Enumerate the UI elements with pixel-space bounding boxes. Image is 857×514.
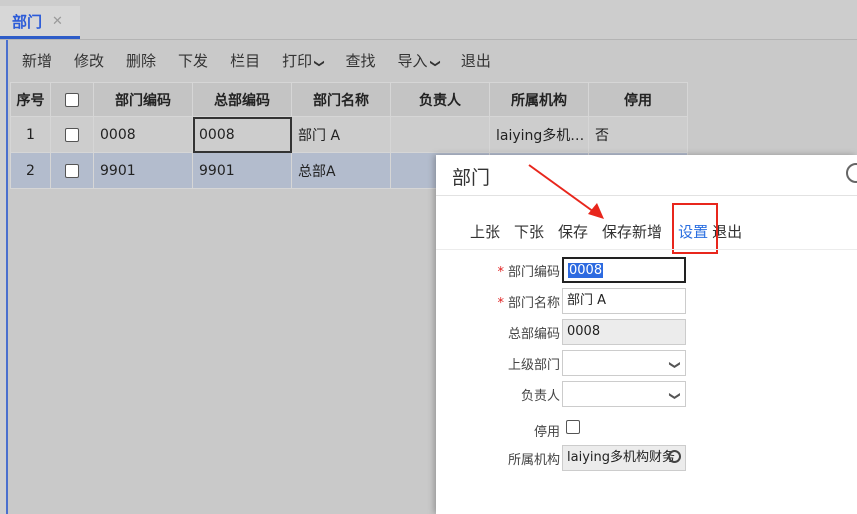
required-mark: * — [497, 296, 504, 311]
dialog-title: 部门 — [452, 167, 491, 189]
col-header-dept-code[interactable]: 部门编码 — [93, 82, 193, 117]
row-checkbox[interactable] — [65, 163, 79, 178]
cell-owner[interactable] — [390, 116, 490, 153]
cell-dept-name[interactable]: 总部A — [291, 152, 391, 189]
col-header-no: 序号 — [10, 82, 51, 117]
field-row-owner: 负责人 ❯ — [436, 381, 857, 407]
distribute-button[interactable]: 下发 — [178, 50, 208, 71]
cell-no: 1 — [10, 116, 51, 153]
import-button[interactable]: 导入 ❯ — [397, 50, 441, 71]
field-row-hq-code: 总部编码 0008 — [436, 319, 857, 345]
dept-code-label: * 部门编码 — [497, 261, 560, 280]
hq-code-label: 总部编码 — [507, 327, 560, 342]
hq-code-field: 0008 — [562, 319, 686, 345]
required-mark: * — [497, 265, 504, 280]
close-icon[interactable]: ✕ — [52, 14, 63, 29]
add-button[interactable]: 新增 — [22, 50, 52, 71]
exit-button[interactable]: 退出 — [461, 50, 491, 71]
disabled-label: 停用 — [533, 425, 560, 440]
disabled-checkbox[interactable] — [566, 420, 580, 434]
cell-dept-name[interactable]: 部门 A — [291, 116, 391, 153]
dept-code-field[interactable]: 0008 — [562, 257, 686, 283]
print-button[interactable]: 打印 ❯ — [282, 50, 325, 71]
cell-dept-code[interactable]: 9901 — [93, 152, 193, 189]
divider — [436, 195, 857, 196]
import-label: 导入 — [397, 51, 428, 70]
dept-code-label-text: 部门编码 — [507, 265, 560, 280]
dept-code-value: 0008 — [568, 263, 604, 278]
main-toolbar: 新增 修改 删除 下发 栏目 打印 ❯ 查找 导入 ❯ 退出 — [22, 44, 513, 76]
columns-button[interactable]: 栏目 — [230, 50, 260, 71]
cell-hq-code[interactable]: 0008 — [192, 116, 292, 153]
chevron-down-icon: ❯ — [313, 58, 325, 68]
cell-no: 2 — [10, 152, 51, 189]
parent-dept-select[interactable]: ❯ — [562, 350, 686, 376]
field-row-parent-dept: 上级部门 ❯ — [436, 350, 857, 376]
print-label: 打印 — [282, 51, 313, 70]
tab-bar: 部门 ✕ — [0, 0, 857, 40]
edit-button[interactable]: 修改 — [74, 50, 104, 71]
field-row-org: 所属机构 laiying多机构财务 — [436, 445, 857, 471]
cell-disabled[interactable]: 否 — [588, 116, 688, 153]
org-label: 所属机构 — [507, 453, 560, 468]
divider — [436, 249, 857, 250]
search-icon[interactable] — [668, 450, 681, 463]
settings-highlight-box — [672, 203, 718, 254]
cell-org[interactable]: laiying多机… — [489, 116, 589, 153]
delete-button[interactable]: 删除 — [126, 50, 156, 71]
org-field[interactable]: laiying多机构财务 — [562, 445, 686, 471]
tab-label: 部门 — [12, 12, 43, 31]
col-header-disabled[interactable]: 停用 — [588, 82, 688, 117]
table-row[interactable]: 1 0008 0008 部门 A laiying多机… 否 — [10, 116, 688, 153]
cell-select[interactable] — [50, 116, 94, 153]
col-header-dept-name[interactable]: 部门名称 — [291, 82, 391, 117]
dept-name-label: * 部门名称 — [497, 292, 560, 311]
col-header-hq-code[interactable]: 总部编码 — [192, 82, 292, 117]
cell-hq-code[interactable]: 9901 — [192, 152, 292, 189]
find-button[interactable]: 查找 — [345, 50, 375, 71]
chevron-down-icon: ❯ — [668, 360, 682, 370]
chevron-down-icon: ❯ — [429, 58, 441, 68]
save-button[interactable]: 保存 — [558, 221, 588, 242]
select-all-checkbox[interactable] — [65, 92, 79, 107]
table-header-row: 序号 部门编码 总部编码 部门名称 负责人 所属机构 停用 — [10, 82, 688, 117]
field-row-disabled: 停用 — [436, 417, 857, 443]
next-record-button[interactable]: 下张 — [514, 221, 544, 242]
tab-department[interactable]: 部门 ✕ — [0, 6, 80, 39]
dept-name-field[interactable]: 部门 A — [562, 288, 686, 314]
row-checkbox[interactable] — [65, 127, 79, 142]
department-dialog: 部门 上张 下张 保存 保存新增 设置 退出 * 部门编码 0008 * 部门名称 … — [436, 155, 857, 514]
left-edge-bar — [0, 40, 8, 514]
save-and-new-button[interactable]: 保存新增 — [602, 221, 662, 242]
field-row-dept-name: * 部门名称 部门 A — [436, 288, 857, 314]
col-header-select[interactable] — [50, 82, 94, 117]
col-header-owner[interactable]: 负责人 — [390, 82, 490, 117]
owner-select[interactable]: ❯ — [562, 381, 686, 407]
cell-select[interactable] — [50, 152, 94, 189]
dept-name-label-text: 部门名称 — [507, 296, 560, 311]
owner-label: 负责人 — [520, 389, 560, 404]
parent-dept-label: 上级部门 — [507, 358, 560, 373]
chevron-down-icon: ❯ — [668, 391, 682, 401]
org-value: laiying多机构财务 — [567, 450, 675, 465]
search-icon[interactable] — [846, 163, 857, 183]
field-row-dept-code: * 部门编码 0008 — [436, 257, 857, 283]
prev-record-button[interactable]: 上张 — [470, 221, 500, 242]
cell-dept-code[interactable]: 0008 — [93, 116, 193, 153]
col-header-org[interactable]: 所属机构 — [489, 82, 589, 117]
